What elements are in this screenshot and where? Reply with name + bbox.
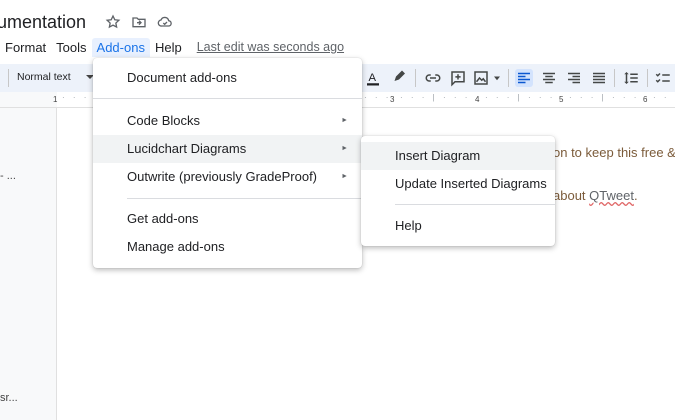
toolbar-divider [508,69,509,87]
ruler-ticks: · · [653,93,670,102]
paragraph-style-select[interactable]: Normal text [17,71,71,83]
document-outline: - ... sr... [0,108,57,420]
submenu-arrow-icon: ► [341,117,348,124]
menu-divider [93,98,362,99]
star-icon[interactable] [105,14,121,30]
document-text: . [633,188,638,203]
ruler-ticks: · · · | · · · [569,93,640,102]
menu-item-manage-addons[interactable]: Manage add-ons [93,233,362,261]
align-center-icon[interactable] [540,69,558,87]
submenu-arrow-icon: ► [341,173,348,180]
toolbar-divider [415,69,416,87]
align-right-icon[interactable] [565,69,583,87]
menu-item-label: Code Blocks [127,113,200,128]
ruler-ticks: · · · [364,93,392,102]
menu-item-label: Lucidchart Diagrams [127,141,247,156]
menu-addons[interactable]: Add-ons [91,37,150,57]
document-text-line[interactable]: about QTweet. [553,188,638,203]
ruler-number: 4 [475,95,480,104]
image-menu-caret-icon[interactable] [488,69,506,87]
cloud-status-icon[interactable] [157,14,173,30]
outline-item[interactable]: - ... [0,170,16,182]
ruler-number: 1 [53,95,58,104]
ruler-ticks: · · · [62,93,90,102]
line-spacing-icon[interactable] [622,69,640,87]
submenu-arrow-icon: ► [341,145,348,152]
justify-icon[interactable] [590,69,608,87]
menu-tools[interactable]: Tools [51,38,91,57]
text-color-icon[interactable]: A [364,69,382,87]
ruler-number: 6 [643,95,648,104]
menu-item-label: Outwrite (previously GradeProof) [127,169,318,184]
lucidchart-submenu: Insert Diagram Update Inserted Diagrams … [361,136,555,246]
insert-comment-icon[interactable] [449,69,467,87]
menu-divider [395,204,555,205]
menu-item-lucidchart[interactable]: Lucidchart Diagrams ► [93,135,362,163]
last-edit-link[interactable]: Last edit was seconds ago [197,40,344,54]
menu-item-document-addons[interactable]: Document add-ons [93,64,362,92]
misspelled-word[interactable]: QTweet [589,188,634,203]
ruler-number: 3 [390,95,395,104]
highlight-color-icon[interactable] [390,69,408,87]
menu-format[interactable]: Format [0,38,51,57]
menu-item-get-addons[interactable]: Get add-ons [93,205,362,233]
insert-link-icon[interactable] [424,69,442,87]
outline-item[interactable]: sr... [0,392,18,404]
menu-bar: Format Tools Add-ons Help Last edit was … [0,36,344,58]
ruler-number: 5 [559,95,564,104]
align-left-icon[interactable] [515,69,533,87]
toolbar-divider [647,69,648,87]
submenu-item-update-diagrams[interactable]: Update Inserted Diagrams [361,170,555,198]
ruler-ticks: · · · | · · · [485,93,556,102]
document-text: about [553,188,590,203]
submenu-item-insert-diagram[interactable]: Insert Diagram [361,142,555,170]
toolbar-divider [8,69,9,87]
document-text-line[interactable]: on to keep this free & [553,145,675,160]
svg-text:A: A [369,72,377,84]
menu-divider [127,198,362,199]
addons-menu: Document add-ons Code Blocks ► Lucidchar… [93,58,362,268]
move-folder-icon[interactable] [131,14,147,30]
submenu-item-help[interactable]: Help [361,212,555,240]
document-title[interactable]: umentation [0,12,86,33]
toolbar-divider [614,69,615,87]
menu-item-outwrite[interactable]: Outwrite (previously GradeProof) ► [93,163,362,191]
checklist-icon[interactable] [654,69,672,87]
menu-item-code-blocks[interactable]: Code Blocks ► [93,107,362,135]
ruler-ticks: · · · | · · · [400,93,471,102]
menu-help[interactable]: Help [150,38,187,57]
